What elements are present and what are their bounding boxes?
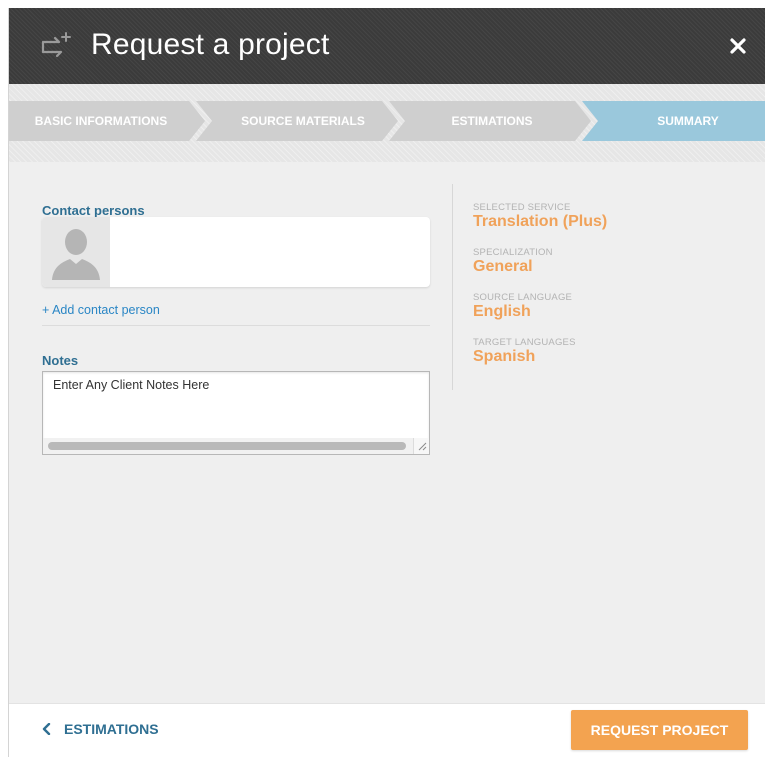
back-button-label: ESTIMATIONS	[64, 721, 159, 737]
chevron-left-icon	[42, 723, 51, 735]
request-project-dialog: Request a project BASIC INFORMATIONS SOU…	[8, 8, 765, 757]
divider	[42, 325, 430, 326]
step-estimations[interactable]: ESTIMATIONS	[389, 101, 591, 141]
specialization-label: SPECIALIZATION	[473, 247, 553, 258]
contact-person-card[interactable]	[42, 217, 430, 287]
dialog-footer: ESTIMATIONS REQUEST PROJECT	[9, 703, 765, 757]
target-languages-label: TARGET LANGUAGES	[473, 337, 576, 348]
step-label: ESTIMATIONS	[451, 114, 533, 128]
notes-horizontal-scrollbar[interactable]	[43, 438, 429, 454]
request-project-button[interactable]: REQUEST PROJECT	[571, 710, 748, 750]
notes-field[interactable]: Enter Any Client Notes Here	[42, 371, 430, 455]
contact-persons-label: Contact persons	[42, 203, 145, 218]
step-source-materials[interactable]: SOURCE MATERIALS	[196, 101, 398, 141]
source-language-value: English	[473, 303, 531, 320]
wizard-steps: BASIC INFORMATIONS SOURCE MATERIALS ESTI…	[9, 84, 765, 162]
step-summary[interactable]: SUMMARY	[582, 101, 765, 141]
step-label: BASIC INFORMATIONS	[34, 114, 168, 128]
specialization-value: General	[473, 258, 533, 275]
dialog-header: Request a project	[9, 8, 765, 84]
add-contact-person-link[interactable]: + Add contact person	[42, 303, 160, 317]
target-languages-value: Spanish	[473, 348, 536, 365]
scrollbar-thumb[interactable]	[48, 442, 406, 450]
close-icon[interactable]	[728, 36, 748, 56]
notes-label: Notes	[42, 353, 79, 368]
dialog-body: Contact persons + Add contact person Not…	[9, 162, 765, 703]
source-language-label: SOURCE LANGUAGE	[473, 292, 573, 303]
resize-grip-icon[interactable]	[413, 438, 429, 454]
notes-textarea[interactable]: Enter Any Client Notes Here	[43, 372, 429, 436]
step-label: SUMMARY	[657, 114, 719, 128]
request-project-icon	[41, 32, 71, 58]
step-basic-informations[interactable]: BASIC INFORMATIONS	[9, 101, 205, 141]
column-divider	[452, 184, 453, 390]
dialog-title: Request a project	[91, 28, 330, 61]
avatar	[42, 217, 110, 287]
step-label: SOURCE MATERIALS	[241, 114, 365, 128]
person-silhouette-icon	[52, 229, 100, 280]
selected-service-value: Translation (Plus)	[473, 213, 608, 230]
selected-service-label: SELECTED SERVICE	[473, 202, 571, 213]
